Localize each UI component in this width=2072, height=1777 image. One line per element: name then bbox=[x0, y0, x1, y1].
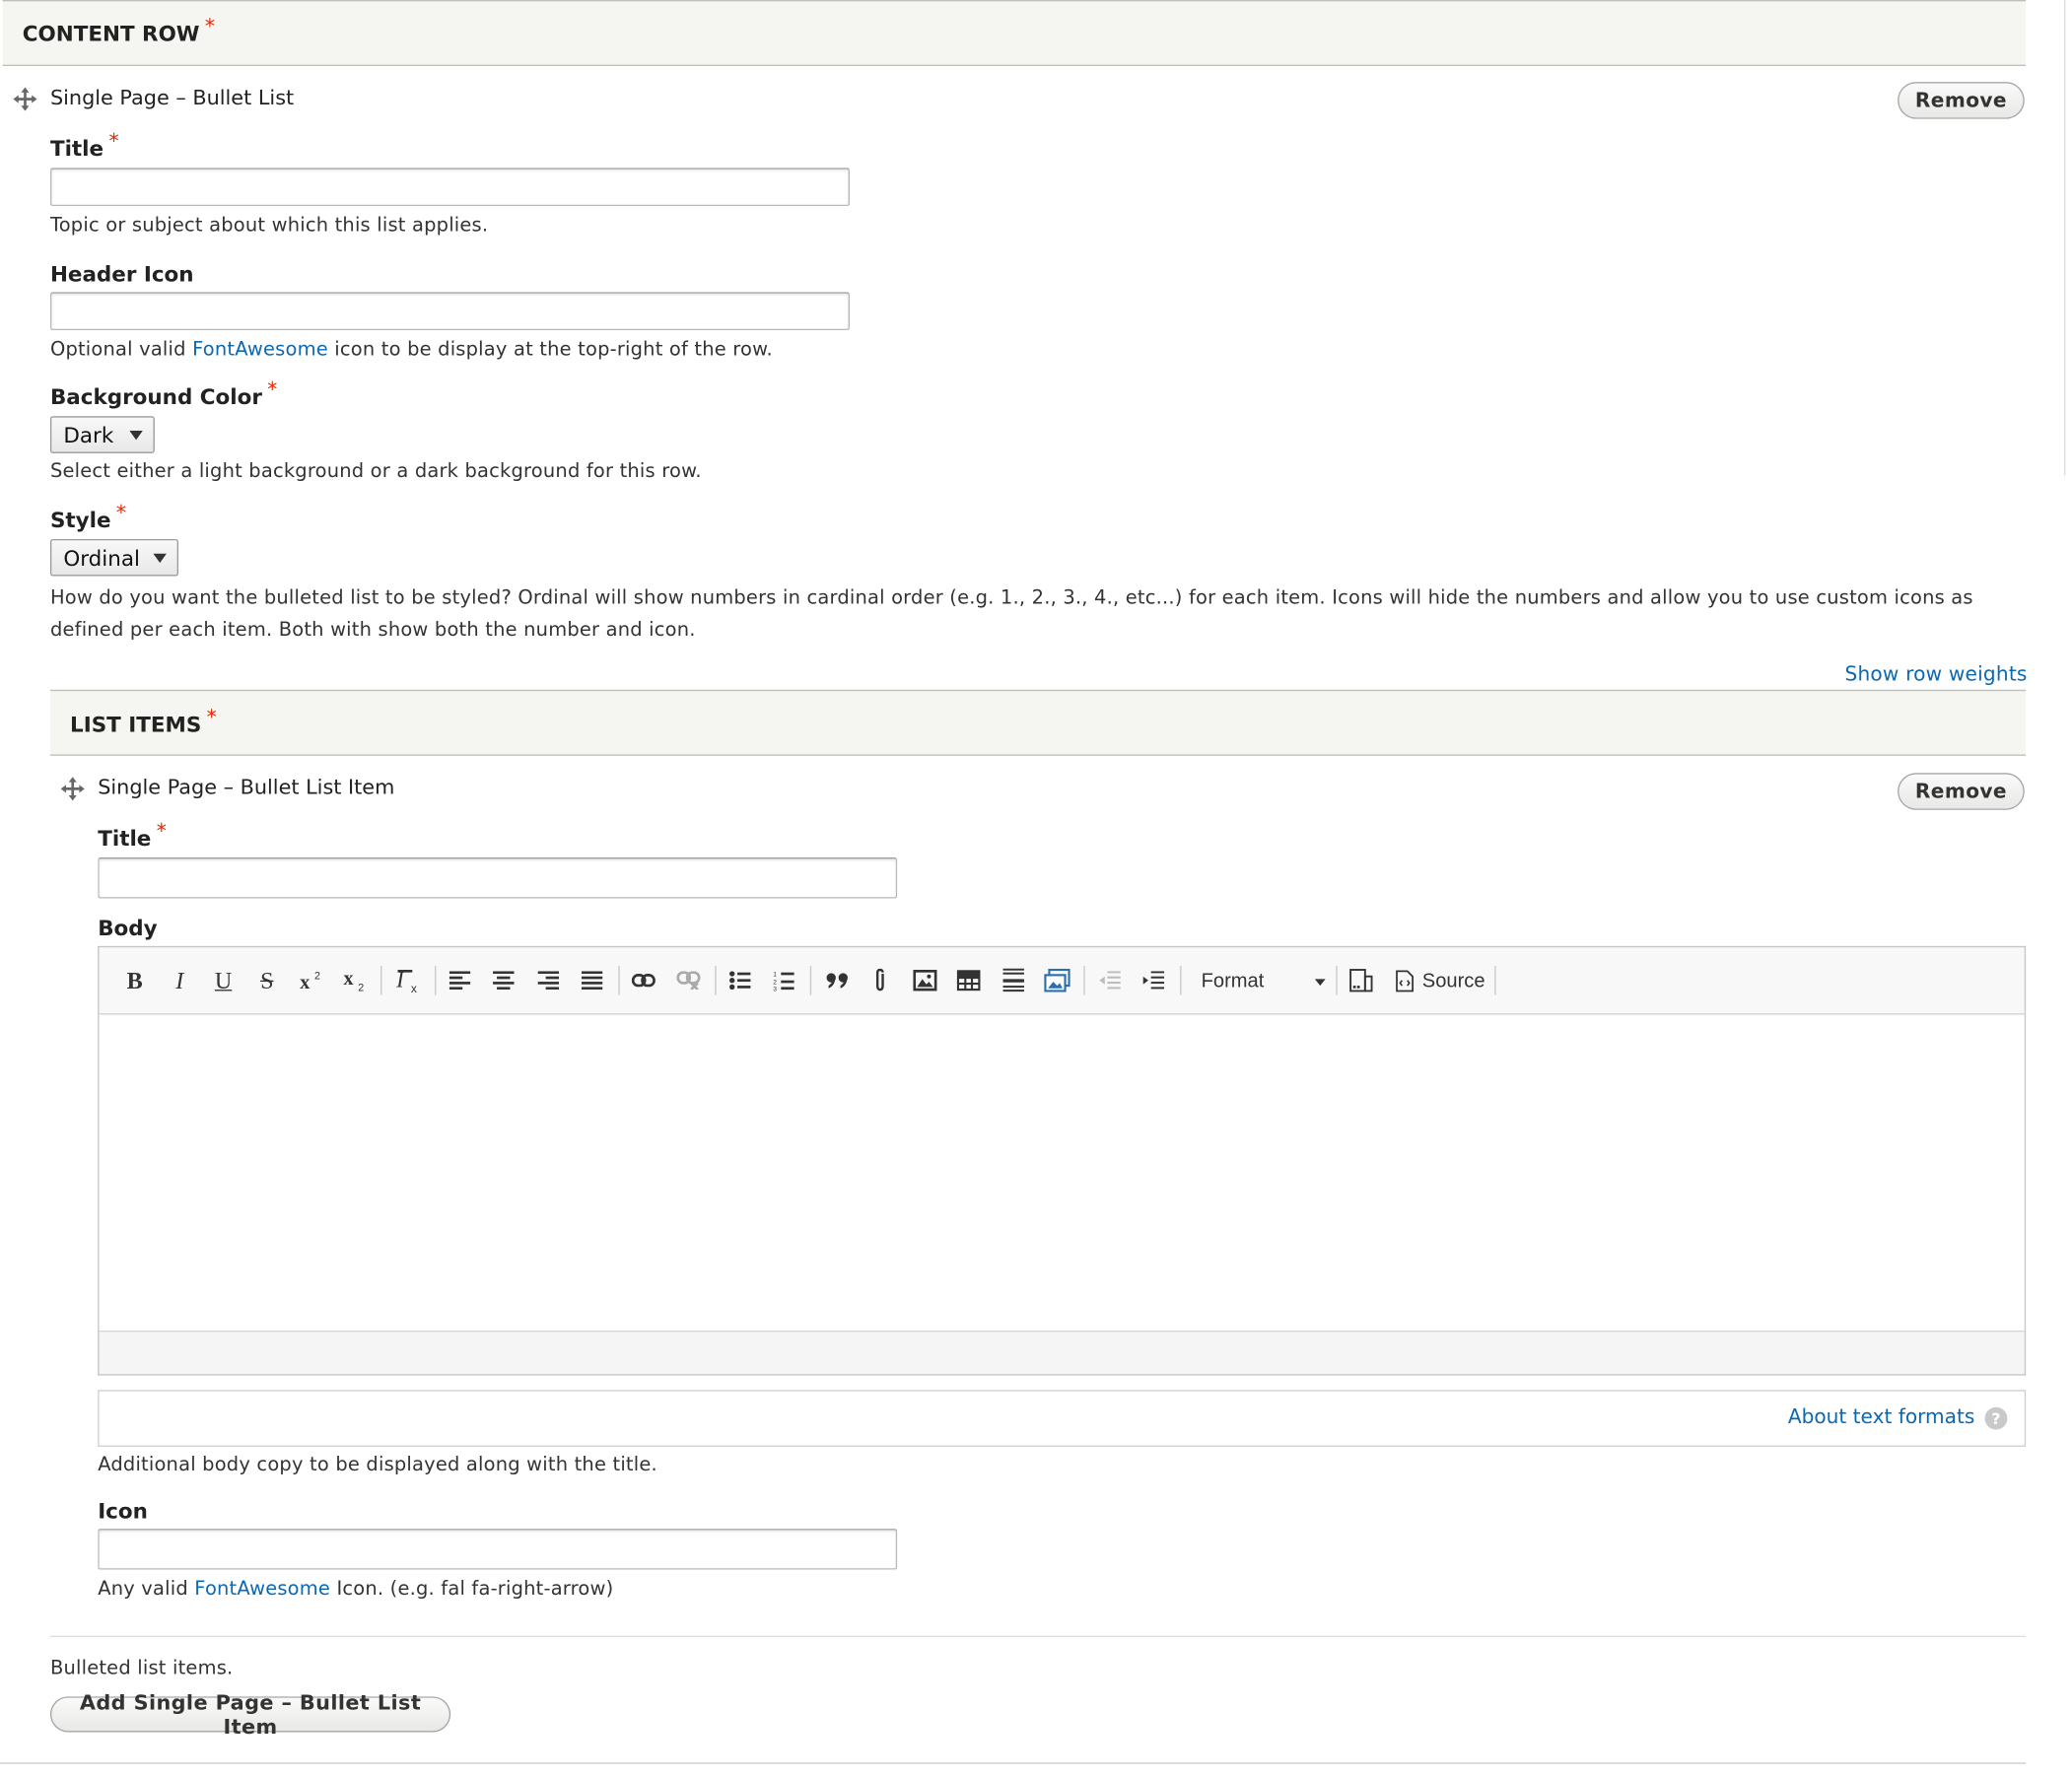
italic-icon[interactable]: I bbox=[163, 947, 197, 1013]
divider bbox=[0, 1762, 2027, 1764]
background-color-select[interactable]: Dark bbox=[49, 416, 155, 453]
numbered-list-icon[interactable]: 123 bbox=[767, 947, 801, 1013]
editor-toolbar: B I U S x2 x2 Ix 1 2 3 Format Source bbox=[98, 945, 2027, 1015]
drag-handle-icon[interactable] bbox=[13, 87, 37, 111]
dropdown-caret-icon bbox=[129, 431, 143, 441]
item-title-input[interactable] bbox=[98, 857, 898, 899]
scrollbar[interactable] bbox=[2064, 0, 2072, 476]
align-left-icon[interactable] bbox=[443, 947, 477, 1013]
header-icon-label: Header Icon bbox=[49, 261, 194, 287]
required-marker: * bbox=[206, 705, 217, 730]
superscript-icon[interactable]: x2 bbox=[295, 947, 329, 1013]
table-icon[interactable] bbox=[951, 947, 986, 1013]
editor-status-bar bbox=[98, 1330, 2027, 1376]
required-marker: * bbox=[204, 14, 215, 38]
align-center-icon[interactable] bbox=[486, 947, 520, 1013]
remove-format-icon[interactable]: Ix bbox=[389, 947, 427, 1013]
svg-text:x: x bbox=[344, 969, 354, 990]
blockquote-icon[interactable] bbox=[819, 947, 857, 1013]
strikethrough-icon[interactable]: S bbox=[249, 947, 284, 1013]
icon-input[interactable] bbox=[98, 1529, 898, 1570]
align-right-icon[interactable] bbox=[531, 947, 566, 1013]
content-row-header: CONTENT ROW * bbox=[2, 0, 2027, 67]
dropdown-caret-icon bbox=[153, 553, 167, 564]
style-label: Style * bbox=[49, 501, 126, 533]
svg-text:1: 1 bbox=[773, 972, 777, 979]
list-items-description: Bulleted list items. bbox=[49, 1658, 234, 1679]
about-text-formats-link[interactable]: About text formats bbox=[1788, 1404, 1975, 1428]
remove-button[interactable]: Remove bbox=[1898, 82, 2025, 119]
title-description: Topic or subject about which this list a… bbox=[49, 215, 489, 237]
indent-icon[interactable] bbox=[1137, 947, 1171, 1013]
maximize-icon[interactable] bbox=[1344, 947, 1378, 1013]
svg-text:2: 2 bbox=[314, 970, 320, 982]
horizontal-line-icon[interactable] bbox=[997, 947, 1031, 1013]
chevron-down-icon bbox=[1314, 979, 1326, 987]
bold-icon[interactable]: B bbox=[117, 947, 152, 1013]
svg-text:x: x bbox=[411, 982, 417, 993]
body-label: Body bbox=[98, 916, 158, 941]
list-items-header: LIST ITEMS * bbox=[49, 689, 2027, 756]
title-input[interactable] bbox=[49, 168, 851, 207]
svg-text:x: x bbox=[300, 972, 310, 992]
image-icon[interactable] bbox=[908, 947, 942, 1013]
underline-icon[interactable]: U bbox=[206, 947, 241, 1013]
item-title-label: Title * bbox=[98, 819, 167, 852]
background-color-label: Background Color * bbox=[49, 377, 278, 410]
svg-text:3: 3 bbox=[773, 986, 777, 991]
attachment-icon[interactable] bbox=[863, 947, 897, 1013]
header-icon-description: Optional valid FontAwesome icon to be di… bbox=[49, 339, 773, 361]
remove-item-button[interactable]: Remove bbox=[1898, 773, 2025, 810]
bulleted-list-icon[interactable] bbox=[723, 947, 757, 1013]
paragraphs-form: CONTENT ROW * Single Page – Bullet List R… bbox=[0, 0, 2072, 1777]
divider bbox=[49, 1635, 2027, 1638]
format-dropdown[interactable]: Format bbox=[1191, 947, 1334, 1013]
help-icon[interactable]: ? bbox=[1984, 1406, 2008, 1430]
icon-label: Icon bbox=[98, 1498, 148, 1524]
list-item-title: Single Page – Bullet List Item bbox=[98, 775, 395, 800]
title-label: Title * bbox=[49, 129, 119, 162]
drag-handle-icon[interactable] bbox=[60, 777, 85, 801]
outdent-icon[interactable] bbox=[1093, 947, 1128, 1013]
media-embed-icon[interactable] bbox=[1040, 947, 1074, 1013]
body-editor[interactable] bbox=[98, 1014, 2027, 1333]
style-select[interactable]: Ordinal bbox=[49, 538, 178, 577]
style-description: How do you want the bulleted list to be … bbox=[49, 587, 1973, 642]
svg-text:2: 2 bbox=[358, 982, 364, 991]
show-row-weights-link[interactable]: Show row weights bbox=[1844, 662, 2027, 686]
paragraph-title: Single Page – Bullet List bbox=[49, 86, 295, 110]
background-color-description: Select either a light background or a da… bbox=[49, 460, 702, 483]
source-icon bbox=[1396, 969, 1415, 991]
fontawesome-link[interactable]: FontAwesome bbox=[194, 1579, 330, 1600]
justify-icon[interactable] bbox=[575, 947, 609, 1013]
subscript-icon[interactable]: x2 bbox=[338, 947, 373, 1013]
body-description: Additional body copy to be displayed alo… bbox=[98, 1455, 657, 1476]
fontawesome-link[interactable]: FontAwesome bbox=[192, 340, 328, 361]
add-list-item-button[interactable]: Add Single Page – Bullet List Item bbox=[49, 1690, 451, 1739]
unlink-icon[interactable] bbox=[671, 947, 706, 1013]
header-icon-input[interactable] bbox=[49, 292, 851, 331]
source-button[interactable]: Source bbox=[1386, 947, 1494, 1013]
link-icon[interactable] bbox=[626, 947, 660, 1013]
text-format-wrapper bbox=[98, 1390, 2027, 1447]
icon-description: Any valid FontAwesome Icon. (e.g. fal fa… bbox=[98, 1579, 614, 1601]
